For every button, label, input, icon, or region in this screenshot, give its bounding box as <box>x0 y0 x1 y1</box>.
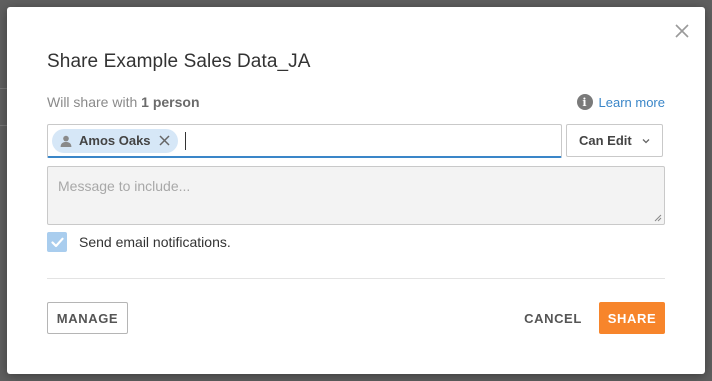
share-button[interactable]: SHARE <box>599 302 665 334</box>
close-icon <box>675 24 689 38</box>
permission-dropdown[interactable]: Can Edit <box>566 124 663 157</box>
dialog-title: Share Example Sales Data_JA <box>47 51 311 72</box>
recipient-chip: Amos Oaks <box>52 128 178 153</box>
notify-label: Send email notifications. <box>79 234 231 250</box>
share-summary: Will share with 1 person <box>47 94 200 110</box>
text-cursor <box>184 131 186 150</box>
share-dialog: Share Example Sales Data_JA Will share w… <box>7 7 705 374</box>
learn-more-label: Learn more <box>598 94 665 110</box>
close-button[interactable] <box>671 20 693 42</box>
cancel-button[interactable]: CANCEL <box>519 302 587 334</box>
manage-button[interactable]: MANAGE <box>47 302 128 334</box>
checkmark-icon <box>50 237 64 247</box>
chevron-down-icon <box>642 138 650 143</box>
message-placeholder: Message to include... <box>58 178 191 194</box>
recipient-input[interactable]: Amos Oaks <box>47 124 562 158</box>
recipient-name: Amos Oaks <box>79 133 151 148</box>
notify-checkbox[interactable] <box>47 232 67 252</box>
share-summary-prefix: Will share with <box>47 94 142 110</box>
learn-more-link[interactable]: i Learn more <box>576 94 665 110</box>
person-icon <box>60 135 72 147</box>
share-count: 1 person <box>141 94 200 110</box>
resize-grip-icon[interactable] <box>654 214 662 222</box>
remove-recipient-button[interactable] <box>159 135 170 146</box>
remove-chip-icon <box>159 135 170 146</box>
message-textarea[interactable]: Message to include... <box>47 166 665 225</box>
permission-value: Can Edit <box>579 133 632 148</box>
email-notification-toggle[interactable]: Send email notifications. <box>47 232 231 252</box>
info-icon: i <box>576 94 593 110</box>
footer-divider <box>47 278 665 279</box>
